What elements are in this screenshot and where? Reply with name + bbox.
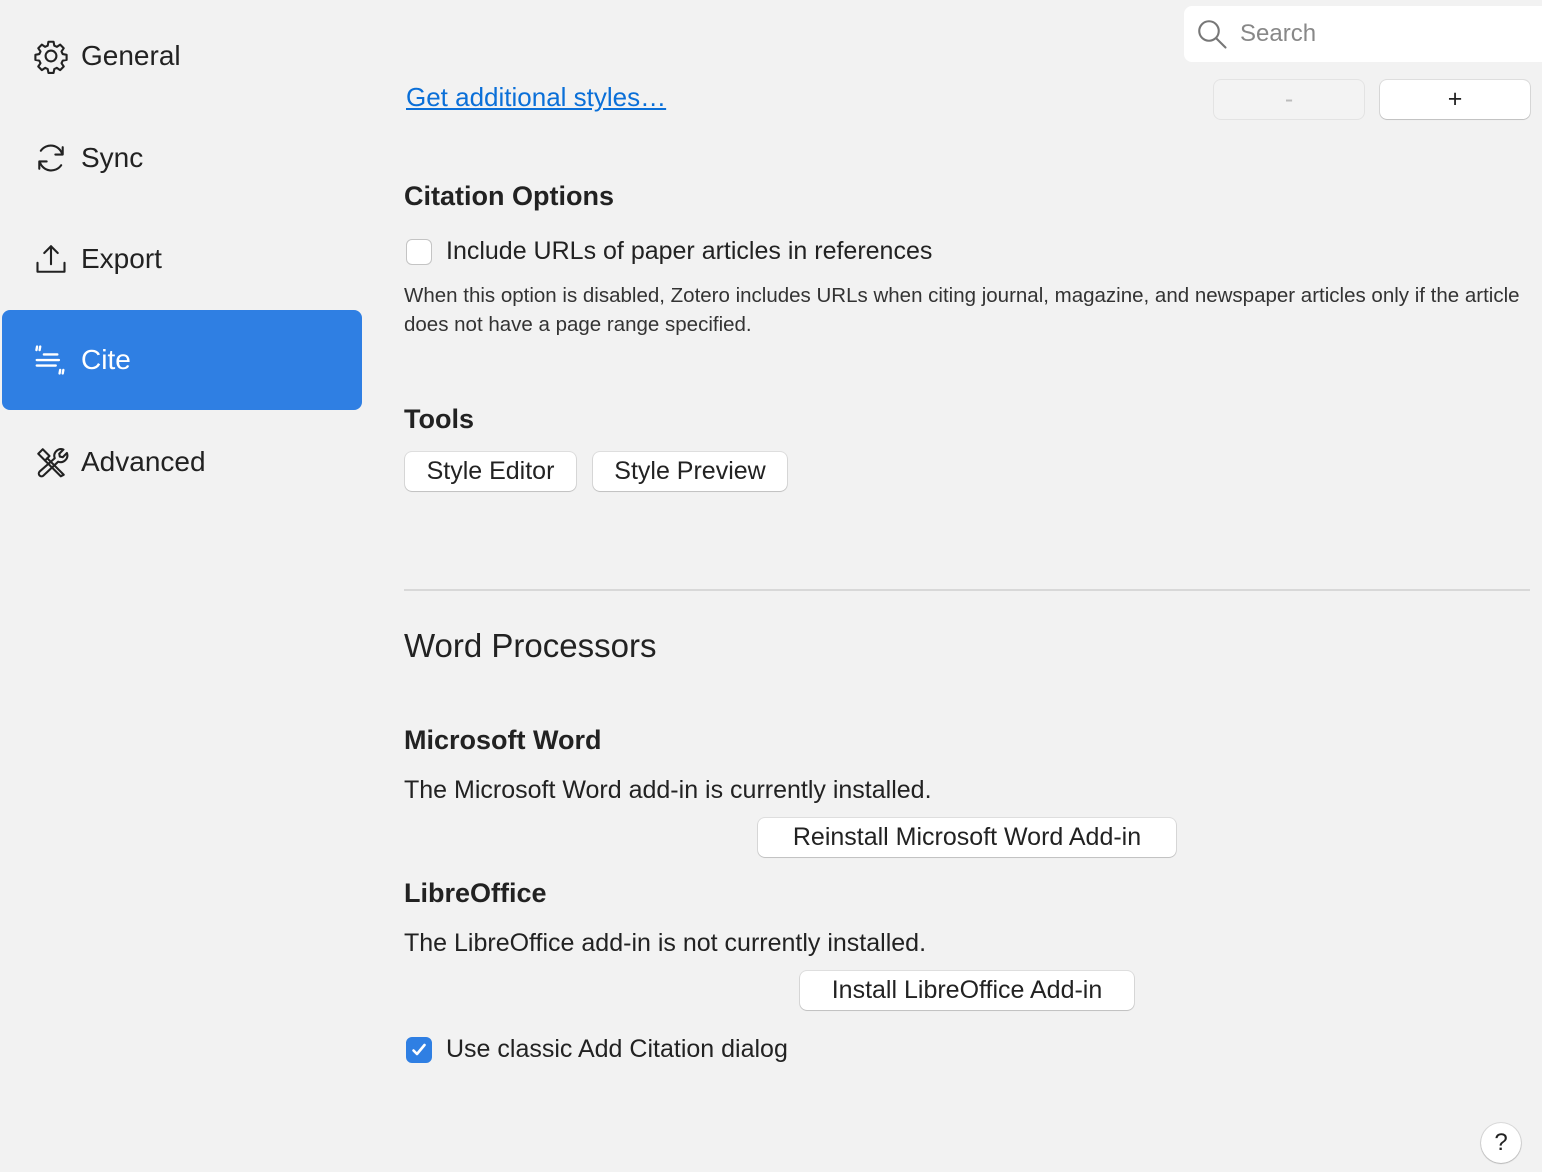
tools-heading: Tools [404, 404, 474, 434]
libreoffice-status: The LibreOffice add-in is not currently … [404, 929, 927, 957]
sidebar-item-label: General [81, 40, 181, 71]
style-editor-button[interactable]: Style Editor [405, 452, 576, 491]
microsoft-word-status: The Microsoft Word add-in is currently i… [404, 776, 932, 804]
style-preview-button[interactable]: Style Preview [593, 452, 787, 491]
remove-style-button[interactable]: - [1214, 80, 1364, 119]
sync-icon [32, 139, 70, 177]
sidebar-item-sync[interactable]: Sync [2, 108, 362, 208]
include-urls-option[interactable]: Include URLs of paper articles in refere… [406, 237, 932, 266]
cite-icon [32, 341, 70, 379]
classic-dialog-option[interactable]: Use classic Add Citation dialog [406, 1035, 788, 1064]
get-additional-styles-link[interactable]: Get additional styles… [406, 82, 666, 113]
sidebar-item-label: Export [81, 243, 162, 274]
sidebar-item-label: Advanced [81, 446, 206, 477]
citation-options-heading: Citation Options [404, 181, 614, 211]
preferences-window: General Sync Export Cite Advanced Search… [0, 0, 1542, 1172]
libreoffice-heading: LibreOffice [404, 878, 547, 908]
sidebar-item-export[interactable]: Export [2, 209, 362, 309]
classic-dialog-checkbox[interactable] [406, 1036, 432, 1063]
search-icon [1194, 16, 1230, 52]
export-icon [32, 240, 70, 278]
sidebar: General Sync Export Cite Advanced [0, 0, 364, 1172]
microsoft-word-heading: Microsoft Word [404, 725, 602, 755]
include-urls-checkbox[interactable] [406, 238, 432, 265]
search-input[interactable] [1238, 19, 1522, 49]
word-processors-heading: Word Processors [404, 627, 657, 664]
sidebar-item-label: Cite [81, 344, 131, 375]
classic-dialog-label: Use classic Add Citation dialog [446, 1035, 788, 1063]
checkmark-icon [412, 1043, 426, 1055]
section-divider [404, 589, 1530, 591]
include-urls-label: Include URLs of paper articles in refere… [446, 237, 933, 265]
help-button[interactable]: ? [1481, 1123, 1521, 1163]
tools-icon [32, 443, 70, 481]
sidebar-item-cite[interactable]: Cite [2, 310, 362, 410]
gear-icon [32, 37, 70, 75]
search-box[interactable] [1184, 6, 1542, 62]
sidebar-item-label: Sync [81, 142, 144, 173]
add-style-button[interactable]: + [1380, 80, 1530, 119]
reinstall-word-addin-button[interactable]: Reinstall Microsoft Word Add-in [758, 818, 1176, 857]
include-urls-note: When this option is disabled, Zotero inc… [404, 284, 1520, 336]
sidebar-item-advanced[interactable]: Advanced [2, 412, 362, 512]
sidebar-item-general[interactable]: General [2, 6, 362, 106]
install-libreoffice-addin-button[interactable]: Install LibreOffice Add-in [800, 971, 1134, 1010]
